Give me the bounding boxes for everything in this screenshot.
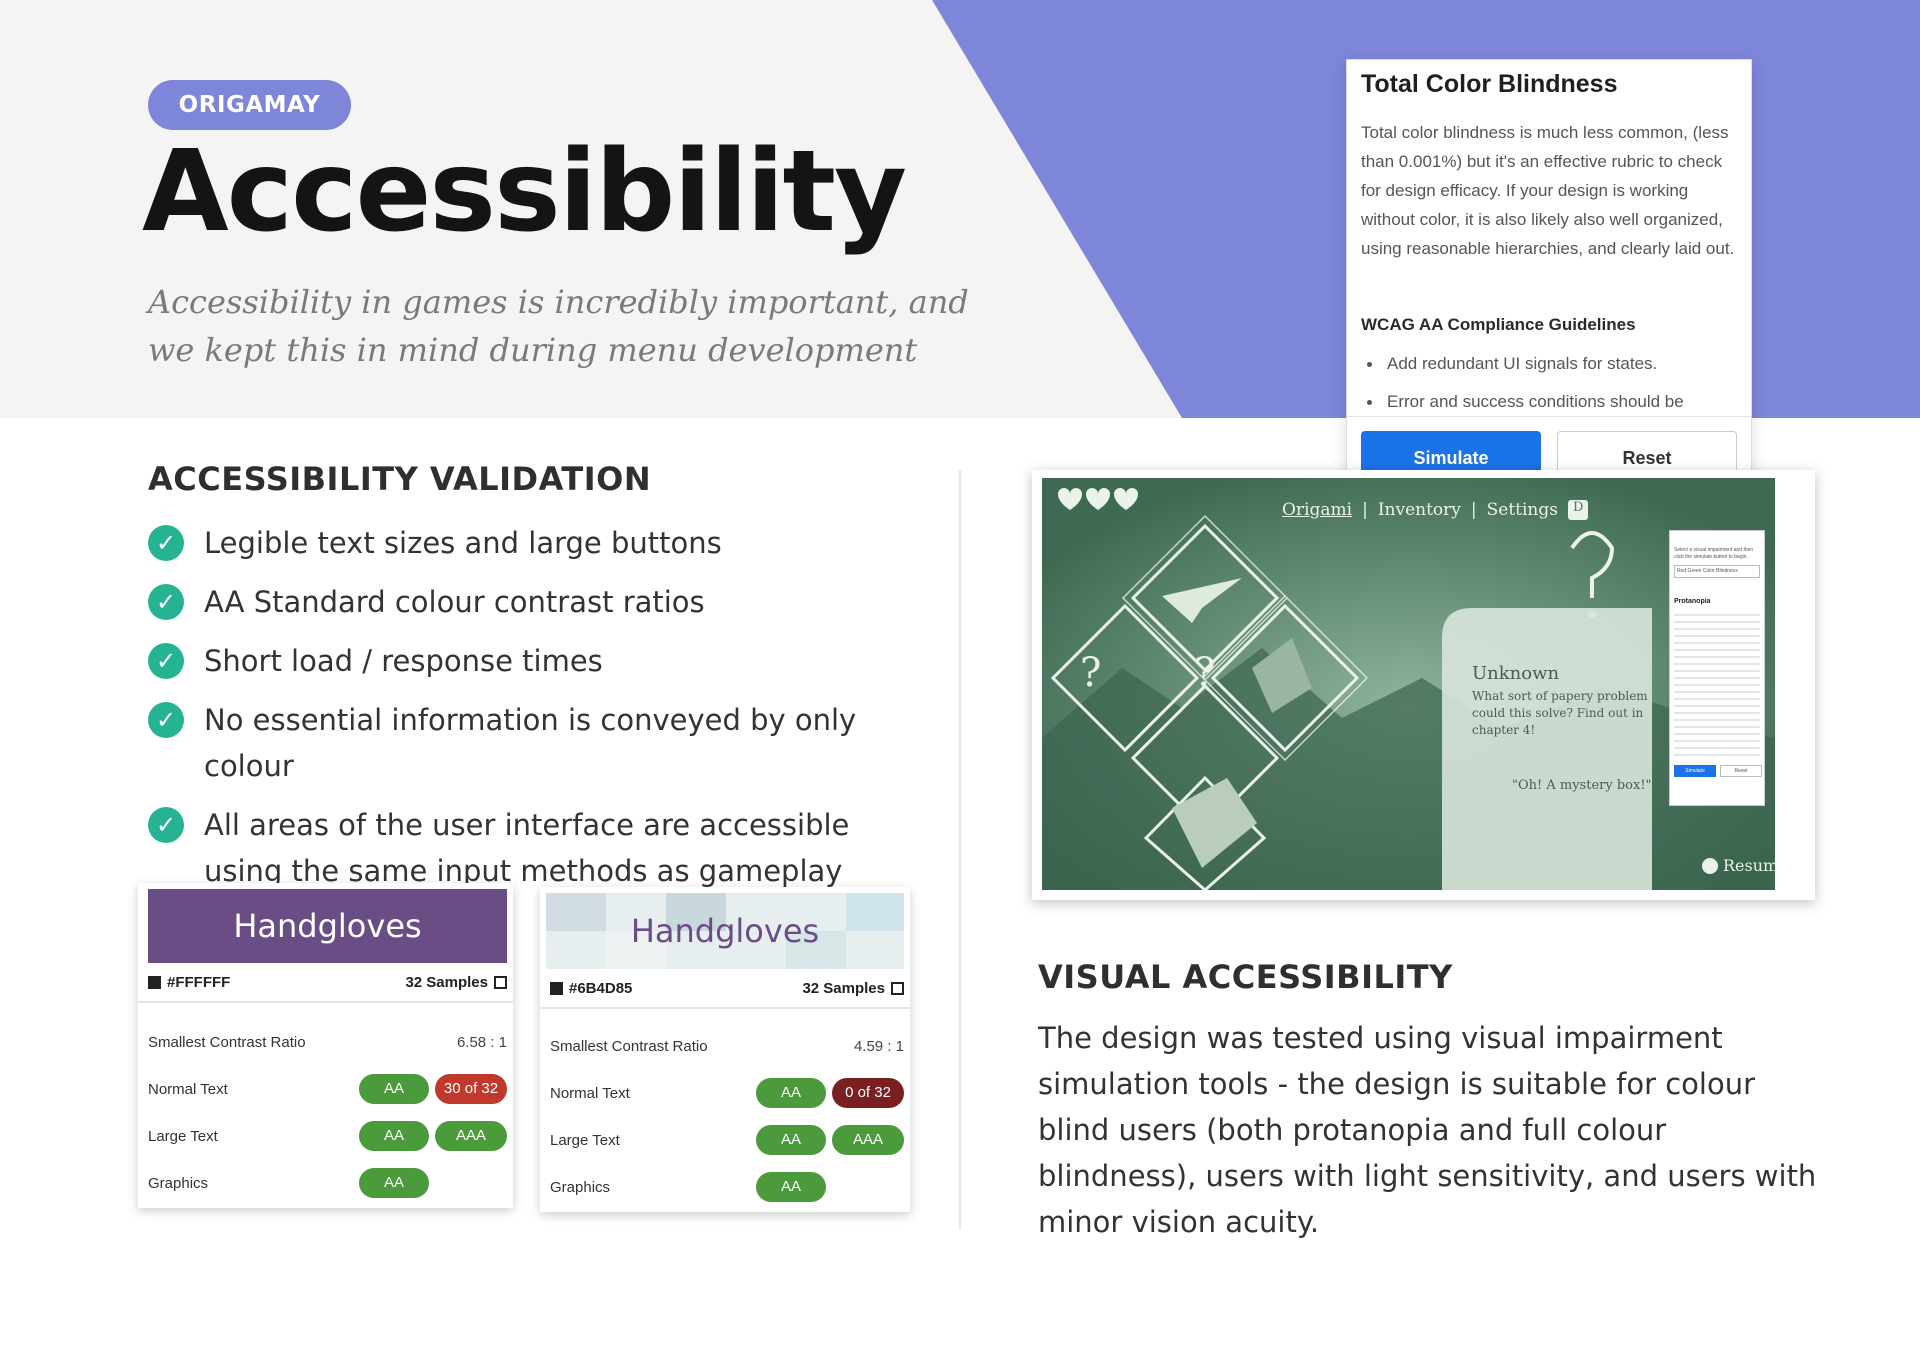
contrast-ratio-value: 4.59 : 1 [853, 1037, 904, 1055]
popup-title: Total Color Blindness [1361, 70, 1618, 98]
game-screenshot: ? ? Origami | Inventory | Settings D Unk… [1042, 478, 1775, 890]
game-nav-origami[interactable]: Origami [1282, 500, 1352, 520]
validation-heading: ACCESSIBILITY VALIDATION [148, 460, 652, 498]
checkmark-icon: ✓ [148, 643, 184, 679]
mini-reset-button[interactable]: Reset [1720, 765, 1762, 777]
game-nav-inventory[interactable]: Inventory [1378, 500, 1461, 520]
checklist-item-label: AA Standard colour contrast ratios [204, 585, 705, 619]
page-subtitle: Accessibility in games is incredibly imp… [148, 283, 969, 369]
contrast-result-row: Large Text AA AAA [138, 1113, 513, 1159]
mini-simulate-button[interactable]: Simulate [1674, 765, 1716, 777]
contrast-meta-row: #FFFFFF 32 Samples [138, 963, 513, 1003]
mini-panel-text [1674, 609, 1760, 759]
color-code: #FFFFFF [167, 973, 231, 991]
validation-checklist: ✓ Legible text sizes and large buttons ✓… [148, 520, 908, 907]
contrast-meta-row: #6B4D85 32 Samples [540, 969, 910, 1009]
fail-badge: 30 of 32 [435, 1074, 507, 1104]
swatch-icon [148, 975, 161, 989]
pass-badge: AAA [832, 1125, 904, 1155]
pass-badge: AAA [435, 1121, 507, 1151]
contrast-card: Handgloves #6B4D85 32 Samples Smallest C… [540, 887, 910, 1212]
contrast-ratio-label: Smallest Contrast Ratio [148, 1033, 306, 1051]
color-blindness-popup: Total Color Blindness Total color blindn… [1346, 59, 1752, 504]
checkmark-icon: ✓ [148, 525, 184, 561]
sample-count: 32 Samples [405, 973, 488, 991]
result-label: Graphics [550, 1178, 611, 1196]
resume-button[interactable]: Resume [1702, 856, 1775, 875]
checkmark-icon: ✓ [148, 702, 184, 738]
copy-icon[interactable] [494, 975, 507, 989]
key-hint-badge: D [1568, 500, 1589, 520]
brand-badge: ORIGAMAY [148, 80, 351, 130]
result-label: Normal Text [550, 1084, 630, 1102]
popup-description: Total color blindness is much less commo… [1361, 123, 1735, 258]
contrast-ratio-row: Smallest Contrast Ratio 4.59 : 1 [540, 1023, 910, 1069]
pass-badge: AA [359, 1121, 429, 1151]
checklist-item-label: Legible text sizes and large buttons [204, 526, 722, 560]
mini-panel-select[interactable]: Red Green Color Blindness [1674, 565, 1760, 578]
game-nav: Origami | Inventory | Settings D [1282, 500, 1589, 520]
copy-icon[interactable] [891, 981, 904, 995]
checklist-item: ✓ Legible text sizes and large buttons [148, 520, 908, 566]
checklist-item: ✓ Short load / response times [148, 638, 908, 684]
result-label: Large Text [148, 1127, 218, 1145]
mini-panel-intro: Select a visual impairment and then clic… [1674, 547, 1754, 560]
item-title: Unknown [1472, 663, 1560, 684]
contrast-ratio-row: Smallest Contrast Ratio 6.58 : 1 [138, 1019, 513, 1065]
checklist-item-label: All areas of the user interface are acce… [204, 808, 850, 888]
contrast-ratio-label: Smallest Contrast Ratio [550, 1037, 708, 1055]
item-description: What sort of papery problem could this s… [1472, 689, 1648, 737]
contrast-card: Handgloves #FFFFFF 32 Samples Smallest C… [138, 883, 513, 1208]
swatch-icon [550, 981, 563, 995]
popup-guideline-item: Add redundant UI signals for states. [1361, 352, 1741, 390]
contrast-result-row: Large Text AA AAA [540, 1117, 910, 1163]
contrast-ratio-value: 6.58 : 1 [456, 1033, 507, 1051]
checklist-item-label: No essential information is conveyed by … [204, 703, 857, 783]
game-screenshot-frame: ? ? Origami | Inventory | Settings D Unk… [1032, 470, 1815, 900]
resume-icon [1702, 857, 1718, 874]
result-label: Graphics [148, 1174, 209, 1192]
fail-badge: 0 of 32 [832, 1078, 904, 1108]
checklist-item-label: Short load / response times [204, 644, 603, 678]
visual-heading: VISUAL ACCESSIBILITY [1038, 958, 1453, 996]
sample-count: 32 Samples [802, 979, 885, 997]
game-scene-art: ? ? [1042, 478, 1775, 890]
pass-badge: AA [756, 1078, 826, 1108]
contrast-result-row: Normal Text AA 0 of 32 [540, 1070, 910, 1116]
visual-body: The design was tested using visual impai… [1038, 1021, 1817, 1239]
column-divider [959, 470, 961, 1230]
checklist-item: ✓ No essential information is conveyed b… [148, 697, 908, 789]
popup-guidelines-heading: WCAG AA Compliance Guidelines [1361, 315, 1636, 334]
svg-text:?: ? [1194, 650, 1215, 696]
item-quote: "Oh! A mystery box!" [1512, 778, 1652, 793]
result-label: Normal Text [148, 1080, 228, 1098]
contrast-sample: Handgloves [630, 912, 820, 950]
pass-badge: AA [359, 1168, 429, 1198]
result-label: Large Text [550, 1131, 620, 1149]
game-nav-settings[interactable]: Settings [1487, 500, 1558, 520]
checkmark-icon: ✓ [148, 584, 184, 620]
pass-badge: AA [756, 1172, 826, 1202]
mini-panel-heading: Protanopia [1674, 598, 1711, 605]
checkmark-icon: ✓ [148, 807, 184, 843]
contrast-result-row: Normal Text AA 30 of 32 [138, 1066, 513, 1112]
mini-simulator-panel: Select a visual impairment and then clic… [1669, 530, 1765, 806]
resume-label: Resume [1723, 856, 1775, 875]
pass-badge: AA [359, 1074, 429, 1104]
contrast-result-row: Graphics AA [138, 1160, 513, 1206]
checklist-item: ✓ All areas of the user interface are ac… [148, 802, 908, 894]
color-code: #6B4D85 [569, 979, 633, 997]
pass-badge: AA [756, 1125, 826, 1155]
contrast-result-row: Graphics AA [540, 1164, 910, 1210]
contrast-sample: Handgloves [148, 889, 507, 963]
checklist-item: ✓ AA Standard colour contrast ratios [148, 579, 908, 625]
page-title: Accessibility [142, 127, 907, 257]
svg-text:?: ? [1080, 650, 1101, 696]
